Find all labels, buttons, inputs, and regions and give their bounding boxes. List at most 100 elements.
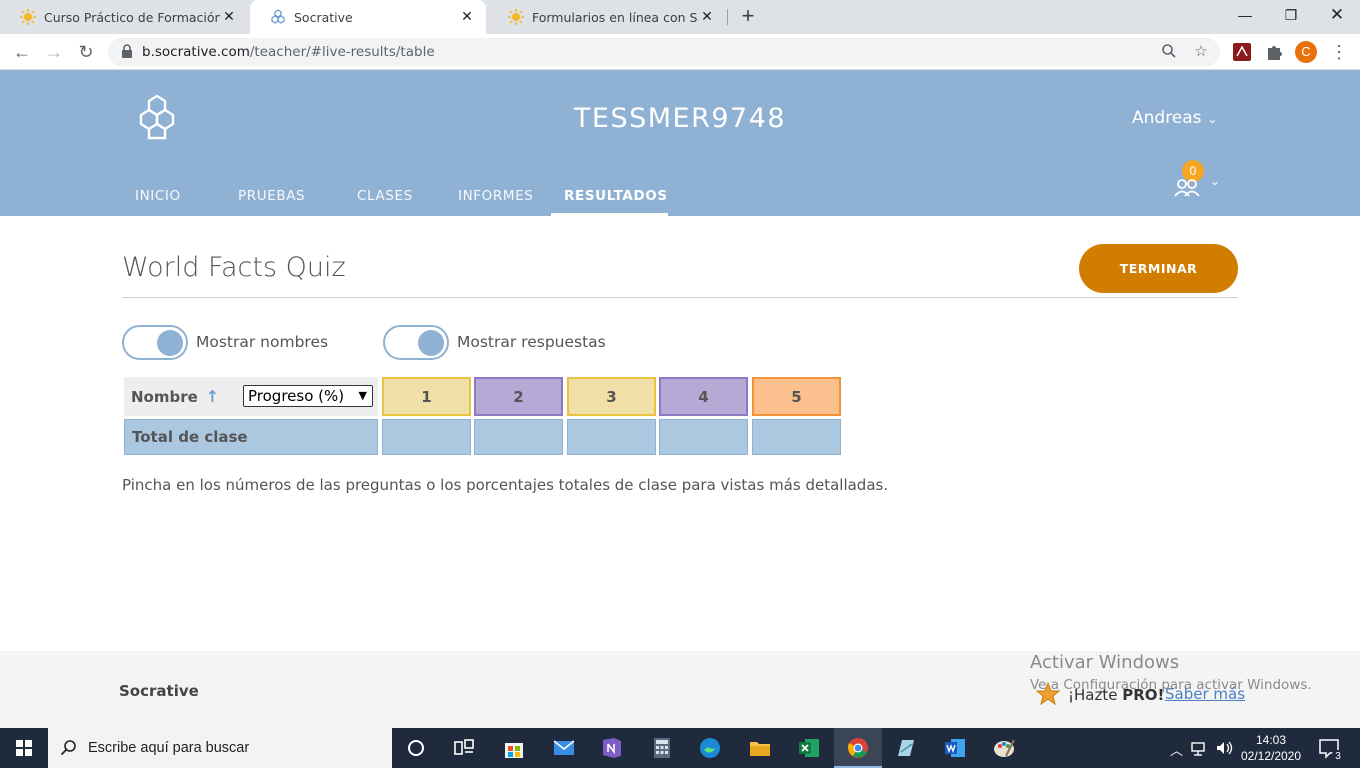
close-tab-icon[interactable]: ✕ [698,9,716,25]
socrative-logo-icon[interactable] [136,94,178,140]
search-icon [60,740,76,756]
restore-window-icon[interactable]: ❐ [1268,0,1314,30]
nav-pruebas[interactable]: PRUEBAS [238,188,305,204]
taskbar-clock[interactable]: 14:03 02/12/2020 [1236,732,1306,764]
end-quiz-button[interactable]: TERMINAR [1079,244,1238,293]
sort-arrow-icon[interactable]: ↑ [206,387,219,406]
show-hidden-icons-icon[interactable]: ︿ [1170,740,1183,759]
question-header-1[interactable]: 1 [382,377,471,416]
task-view-icon[interactable] [452,736,476,760]
browser-tab-curso[interactable]: Curso Práctico de Formación de Pr ✕ [0,0,248,34]
address-bar[interactable]: b.socrative.com/teacher/#live-results/ta… [108,38,1220,66]
reload-icon[interactable]: ↻ [74,40,98,64]
close-window-icon[interactable]: ✕ [1314,0,1360,30]
learn-more-link[interactable]: Saber más [1165,685,1245,703]
windows-start-icon[interactable] [0,728,48,768]
class-total-cell-2[interactable] [474,419,563,455]
browser-tab-socrative[interactable]: Socrative ✕ [250,0,486,34]
bookmark-star-icon[interactable]: ☆ [1192,43,1210,61]
active-nav-indicator [551,213,668,216]
question-header-3[interactable]: 3 [567,377,656,416]
word-icon[interactable] [943,736,967,760]
metric-select[interactable]: Progreso (%) ▼ [243,385,373,407]
clock-time: 14:03 [1255,733,1287,747]
toggle-knob [418,330,444,356]
class-total-cell-4[interactable] [659,419,748,455]
close-tab-icon[interactable]: ✕ [458,9,476,25]
tab-title: Curso Práctico de Formación de Pr [44,9,220,25]
class-total-cell-5[interactable] [752,419,841,455]
show-answers-toggle[interactable] [383,325,449,360]
lock-icon [122,44,132,58]
edge-browser-icon[interactable] [698,736,722,760]
tab-title: Socrative [294,9,353,25]
pro-text-prefix: ¡Hazte [1068,686,1123,704]
url-text: b.socrative.com/teacher/#live-results/ta… [142,44,435,60]
pro-star-icon [1036,682,1060,706]
browser-tab-strip: Curso Práctico de Formación de Pr ✕ Socr… [0,0,1360,34]
taskbar-search[interactable]: Escribe aquí para buscar [48,728,392,768]
sun-favicon-icon [20,9,36,25]
chrome-menu-icon[interactable]: ⋮ [1330,40,1348,64]
class-total-cell-3[interactable] [567,419,656,455]
back-arrow-icon[interactable]: ← [10,40,34,64]
chrome-icon[interactable] [846,736,870,760]
extensions-puzzle-icon[interactable] [1264,42,1284,62]
url-host: b.socrative.com [142,44,250,60]
table-hint-text: Pincha en los números de las preguntas o… [122,476,889,494]
minimize-window-icon[interactable]: — [1222,0,1268,30]
file-explorer-icon[interactable] [748,736,772,760]
question-header-5[interactable]: 5 [752,377,841,416]
zoom-icon[interactable] [1160,43,1178,61]
students-menu[interactable]: 0 ⌄ [1170,160,1230,200]
paint-icon[interactable] [992,736,1016,760]
chevron-down-icon: ⌄ [1207,112,1218,126]
question-header-4[interactable]: 4 [659,377,748,416]
volume-icon[interactable] [1214,738,1234,758]
toggle-knob [157,330,183,356]
chevron-down-icon: ▼ [358,389,367,402]
profile-avatar[interactable]: C [1295,41,1317,63]
browser-toolbar: ← → ↻ b.socrative.com/teacher/#live-resu… [0,34,1360,70]
show-names-label: Mostrar nombres [196,333,329,351]
students-icon [1174,179,1200,197]
cortana-icon[interactable] [404,736,428,760]
forward-arrow-icon[interactable]: → [42,40,66,64]
socrative-favicon-icon [271,9,285,24]
divider [122,297,1238,298]
show-names-toggle[interactable] [122,325,188,360]
name-header-label: Nombre [131,387,198,406]
metric-select-value: Progreso (%) [248,387,345,405]
class-total-cell-1[interactable] [382,419,471,455]
notes-app-icon[interactable] [894,736,918,760]
watermark-title: Activar Windows [1030,652,1180,673]
browser-tab-formularios[interactable]: Formularios en línea con SOCRATIVE ✕ [488,0,726,34]
onenote-icon[interactable] [600,736,624,760]
windows-taskbar: Escribe aquí para buscar ︿ 14:03 02/12/2… [0,728,1360,768]
excel-icon[interactable] [797,736,821,760]
store-icon[interactable] [502,736,526,760]
nav-inicio[interactable]: INICIO [135,188,181,204]
quiz-title: World Facts Quiz [122,252,346,283]
mail-icon[interactable] [552,736,576,760]
nav-resultados[interactable]: RESULTADOS [564,188,668,204]
class-total-label: Total de clase [124,419,378,455]
user-name: Andreas [1132,108,1202,128]
footer-brand: Socrative [119,682,199,700]
go-pro-banner: ¡Hazte PRO! Saber más [1036,682,1256,708]
tab-separator [727,9,728,25]
acrobat-extension-icon[interactable] [1232,42,1252,62]
question-header-2[interactable]: 2 [474,377,563,416]
show-answers-label: Mostrar respuestas [457,333,606,351]
close-tab-icon[interactable]: ✕ [220,9,238,25]
new-tab-button[interactable]: + [736,4,760,28]
nav-clases[interactable]: CLASES [357,188,413,204]
tab-title: Formularios en línea con SOCRATIVE [532,9,698,25]
user-menu[interactable]: Andreas ⌄ [1132,108,1218,128]
network-icon[interactable] [1190,738,1210,758]
app-header: TESSMER9748 Andreas ⌄ 0 ⌄ INICIO PRUEBAS … [0,70,1360,216]
calculator-icon[interactable] [650,736,674,760]
sun-favicon-icon [508,9,524,25]
nav-informes[interactable]: INFORMES [458,188,533,204]
room-name: TESSMER9748 [573,103,787,134]
